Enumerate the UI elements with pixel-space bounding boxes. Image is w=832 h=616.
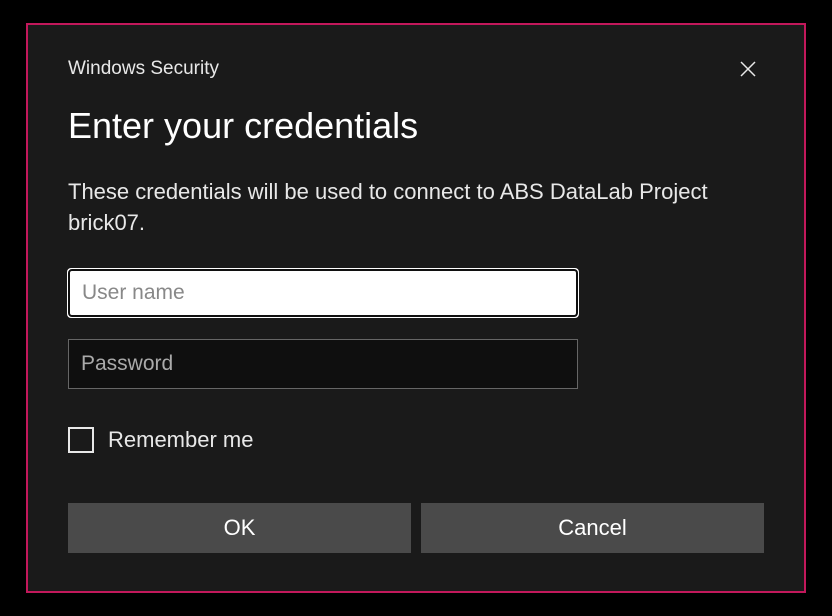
close-button[interactable] bbox=[732, 53, 764, 85]
remember-me-checkbox[interactable] bbox=[68, 427, 94, 453]
title-bar: Windows Security bbox=[68, 53, 764, 85]
dialog-heading: Enter your credentials bbox=[68, 105, 764, 147]
close-icon bbox=[740, 61, 756, 77]
dialog-description: These credentials will be used to connec… bbox=[68, 177, 764, 239]
remember-me-row: Remember me bbox=[68, 427, 764, 453]
ok-button[interactable]: OK bbox=[68, 503, 411, 553]
password-input[interactable] bbox=[68, 339, 578, 389]
remember-me-label: Remember me bbox=[108, 427, 253, 453]
cancel-button[interactable]: Cancel bbox=[421, 503, 764, 553]
username-input[interactable] bbox=[68, 269, 578, 317]
action-buttons: OK Cancel bbox=[68, 503, 764, 553]
credentials-dialog: Windows Security Enter your credentials … bbox=[26, 23, 806, 593]
dialog-title: Windows Security bbox=[68, 58, 219, 80]
